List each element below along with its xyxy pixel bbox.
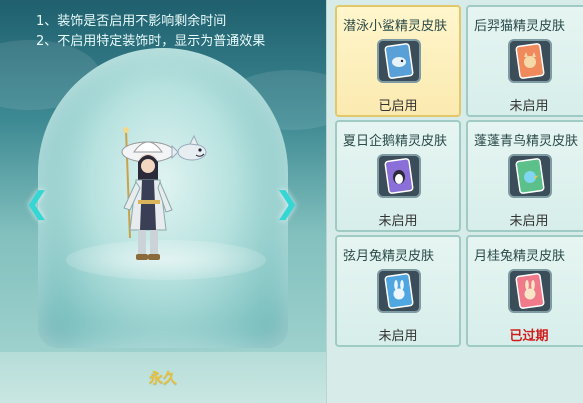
- cat-spirit-card-icon: [508, 39, 552, 83]
- shark-spirit-card-icon: [377, 39, 421, 83]
- crescent-rabbit-card-icon: [377, 269, 421, 313]
- skin-card[interactable]: 夏日企鹅精灵皮肤 未启用: [335, 120, 461, 232]
- duration-label: 永久: [149, 370, 177, 387]
- skin-status: 已启用: [378, 99, 418, 114]
- duration-bar: 永久: [0, 352, 326, 403]
- penguin-spirit-card-icon: [377, 154, 421, 198]
- skin-name: 月桂兔精灵皮肤: [474, 249, 566, 264]
- skin-card[interactable]: 蓬蓬青鸟精灵皮肤 未启用: [466, 120, 583, 232]
- skin-status: 未启用: [509, 99, 549, 114]
- skin-card[interactable]: 月桂兔精灵皮肤 已过期: [466, 235, 583, 347]
- laurel-rabbit-card-icon: [508, 269, 552, 313]
- skin-name: 夏日企鹅精灵皮肤: [343, 134, 448, 149]
- skin-status: 未启用: [509, 214, 549, 229]
- skin-preview-panel: 1、装饰是否启用不影响剩余时间 2、不启用特定装饰时，显示为普通效果 ❮ ❯ 永…: [0, 0, 326, 403]
- skin-card[interactable]: 后羿猫精灵皮肤 未启用: [466, 5, 583, 117]
- skin-status: 未启用: [378, 214, 418, 229]
- skin-status: 已过期: [509, 329, 549, 344]
- skin-status: 未启用: [378, 329, 418, 344]
- tips-text: 1、装饰是否启用不影响剩余时间 2、不启用特定装饰时，显示为普通效果: [36, 12, 265, 52]
- skin-card[interactable]: 潜泳小鲨精灵皮肤 已启用: [335, 5, 461, 117]
- character-model: [121, 127, 207, 260]
- skin-card[interactable]: 弦月兔精灵皮肤 未启用: [335, 235, 461, 347]
- previous-arrow-icon[interactable]: ❮: [24, 182, 50, 224]
- skin-name: 弦月兔精灵皮肤: [343, 249, 435, 264]
- skin-name: 后羿猫精灵皮肤: [474, 19, 566, 34]
- next-arrow-icon[interactable]: ❯: [274, 182, 300, 224]
- bluebird-spirit-card-icon: [508, 154, 552, 198]
- skin-grid: 潜泳小鲨精灵皮肤 已启用 后羿猫精灵皮肤 未启用 夏日企鹅精灵皮肤 未启用 蓬蓬…: [326, 0, 583, 403]
- skin-name: 潜泳小鲨精灵皮肤: [343, 19, 448, 34]
- tip-line-1: 1、装饰是否启用不影响剩余时间: [36, 14, 227, 29]
- skin-name: 蓬蓬青鸟精灵皮肤: [474, 134, 579, 149]
